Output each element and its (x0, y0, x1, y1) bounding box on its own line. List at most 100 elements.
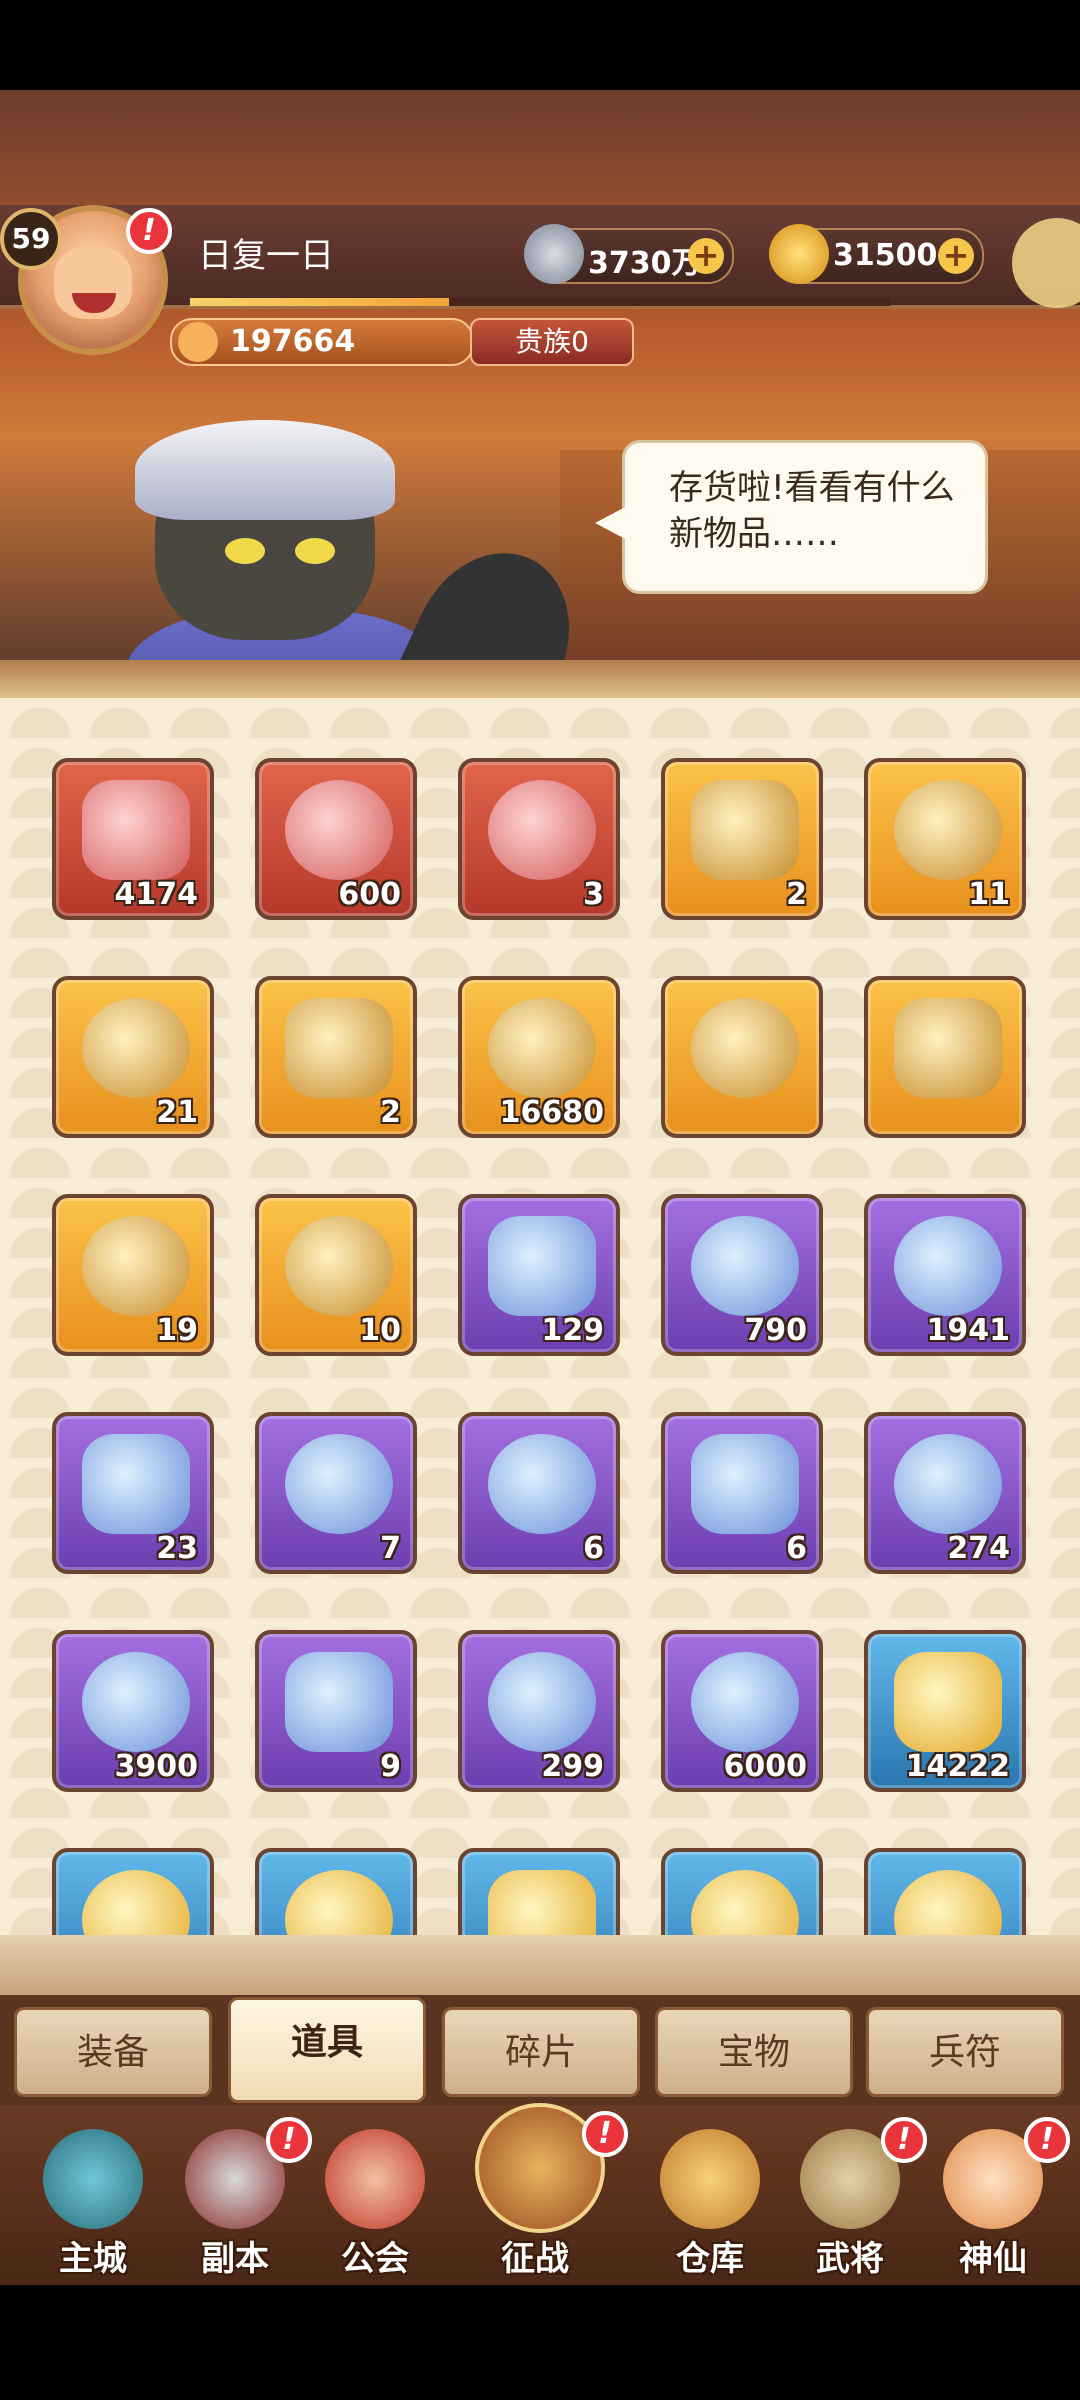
inventory-item-ore-stone[interactable]: 16680 (458, 976, 620, 1138)
silver-coin-icon (524, 224, 584, 284)
item-count: 2 (786, 877, 807, 912)
bag-icon (660, 2129, 760, 2229)
gold-value: 31500 (833, 238, 938, 273)
silver-bag-icon (691, 998, 799, 1098)
inventory-item-jade-chest[interactable]: 3 (458, 758, 620, 920)
inventory-item-gem-gift-box[interactable] (864, 976, 1026, 1138)
status-bar (0, 0, 1080, 90)
inventory-item-lotus[interactable]: 23 (52, 1412, 214, 1574)
nav-dungeon[interactable]: ! 副本 (170, 2117, 312, 2279)
scroll-icon (691, 1216, 799, 1316)
inventory-item-white-lotus[interactable]: 2 (255, 976, 417, 1138)
phoenix-orb-icon (82, 1216, 190, 1316)
silver-currency: 3730万 + (524, 224, 734, 284)
general-scroll-icon (82, 998, 190, 1098)
player-name: 日复一日 (198, 236, 334, 276)
system-nav-bar (0, 2285, 1080, 2400)
tab-fragments[interactable]: 碎片 (442, 2007, 640, 2097)
silver-add-button[interactable]: + (688, 238, 724, 274)
item-count: 3 (583, 877, 604, 912)
alert-icon: ! (266, 2117, 312, 2163)
item-count: 19 (156, 1313, 198, 1348)
experience-fill (190, 298, 449, 306)
inventory-item-rune-stone[interactable]: 11 (864, 758, 1026, 920)
badge-icon (285, 1652, 393, 1752)
purple-flame-icon (894, 1652, 1002, 1752)
speech-text: 存货啦!看看有什么新物品…… (669, 468, 955, 554)
inventory-item-phoenix-orb[interactable]: 19 (52, 1194, 214, 1356)
inventory-item-scroll[interactable]: 790 (661, 1194, 823, 1356)
item-count: 4174 (114, 877, 199, 912)
bronze-beast-icon (691, 780, 799, 880)
inventory-item-dark-crystal[interactable]: 600 (255, 758, 417, 920)
tab-bar: 装备 道具 碎片 宝物 兵符 (0, 1995, 1080, 2105)
inventory-item-blue-flame-orb[interactable]: 1941 (864, 1194, 1026, 1356)
inventory-item-bronze-beast[interactable]: 2 (661, 758, 823, 920)
speech-bubble: 存货啦!看看有什么新物品…… (595, 440, 988, 594)
bottom-navigation: 主城 ! 副本 公会 ! 征战 仓库 ! 武将 ! 神仙 (0, 2103, 1080, 2285)
tab-tallies[interactable]: 兵符 (866, 2007, 1064, 2097)
nav-main-city[interactable]: 主城 (28, 2123, 158, 2279)
gold-ingot-icon (769, 224, 829, 284)
flame-orb-icon (285, 1216, 393, 1316)
tab-treasures[interactable]: 宝物 (655, 2007, 853, 2097)
inventory-item-flame-orb[interactable]: 10 (255, 1194, 417, 1356)
inventory-item-purple-flame[interactable]: 14222 (864, 1630, 1026, 1792)
item-count: 11 (968, 877, 1010, 912)
inventory-item-purple-gem[interactable]: 3900 (52, 1630, 214, 1792)
inventory-item-gold-stone[interactable]: 274 (864, 1412, 1026, 1574)
gold-ticket-icon (285, 1434, 393, 1534)
panel-bottom-edge (0, 1935, 1080, 1995)
item-count: 600 (338, 877, 401, 912)
level-badge: 59 (0, 208, 62, 270)
lotus-icon (82, 1434, 190, 1534)
gold-currency: 31500 + (769, 224, 984, 284)
nav-campaign[interactable]: ! 征战 (470, 2103, 628, 2279)
rune-stone-icon (894, 780, 1002, 880)
inventory-item-gold-coin[interactable]: 6000 (661, 1630, 823, 1792)
nav-generals[interactable]: ! 武将 (785, 2117, 927, 2279)
alert-icon: ! (1024, 2117, 1070, 2163)
item-count: 1941 (926, 1313, 1011, 1348)
pink-crystal-icon (82, 780, 190, 880)
nav-guild[interactable]: 公会 (310, 2123, 440, 2279)
gem-box-icon (691, 1434, 799, 1534)
nav-warehouse[interactable]: 仓库 (645, 2123, 775, 2279)
item-count: 23 (156, 1531, 198, 1566)
inventory-item-silver-bag[interactable] (661, 976, 823, 1138)
experience-bar (190, 298, 890, 306)
inventory-item-general-scroll[interactable]: 21 (52, 976, 214, 1138)
inventory-item-pink-crystal[interactable]: 4174 (52, 758, 214, 920)
paw-icon (178, 322, 218, 362)
inventory-item-gem-box[interactable]: 6 (661, 1412, 823, 1574)
city-icon (43, 2129, 143, 2229)
gold-coin-icon (691, 1652, 799, 1752)
leaf-orb-icon (488, 1216, 596, 1316)
dark-crystal-icon (285, 780, 393, 880)
nav-immortals[interactable]: ! 神仙 (928, 2117, 1070, 2279)
item-count: 10 (359, 1313, 401, 1348)
flag-icon (325, 2129, 425, 2229)
tab-items[interactable]: 道具 (228, 1997, 426, 2103)
item-count: 9 (380, 1749, 401, 1784)
noble-badge[interactable]: 贵族0 (470, 318, 634, 366)
item-count: 2 (380, 1095, 401, 1130)
white-lotus-icon (285, 998, 393, 1098)
item-count: 790 (744, 1313, 807, 1348)
inventory-item-wooden-token[interactable]: 299 (458, 1630, 620, 1792)
item-count: 3900 (114, 1749, 199, 1784)
inventory-item-gold-ticket[interactable]: 7 (255, 1412, 417, 1574)
inventory-item-silver-ingots[interactable]: 6 (458, 1412, 620, 1574)
silver-value: 3730万 (588, 246, 702, 281)
gold-add-button[interactable]: + (938, 238, 974, 274)
item-count: 6 (786, 1531, 807, 1566)
gold-stone-icon (894, 1434, 1002, 1534)
tab-equipment[interactable]: 装备 (14, 2007, 212, 2097)
inventory-item-badge[interactable]: 9 (255, 1630, 417, 1792)
item-count: 129 (541, 1313, 604, 1348)
header-banner: 存货啦!看看有什么新物品…… (0, 90, 1080, 670)
inventory-item-leaf-orb[interactable]: 129 (458, 1194, 620, 1356)
purple-gem-icon (82, 1652, 190, 1752)
item-count: 6 (583, 1531, 604, 1566)
wooden-token-icon (488, 1652, 596, 1752)
